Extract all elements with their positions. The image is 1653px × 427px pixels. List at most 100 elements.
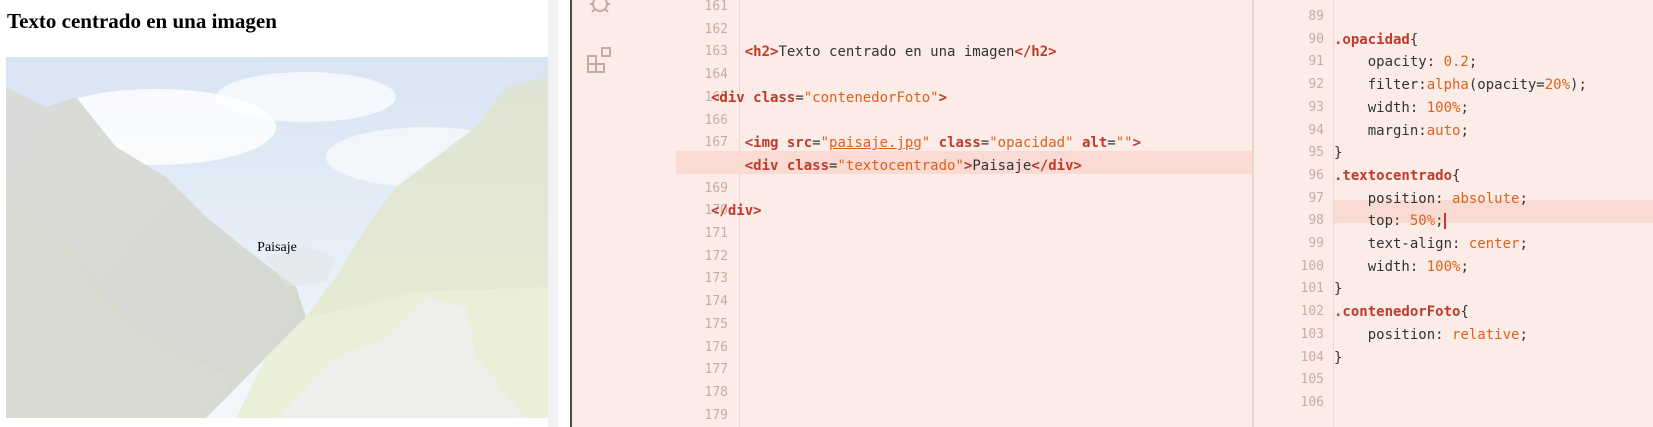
code-token: ; <box>1435 213 1444 230</box>
code-token: src <box>786 135 813 152</box>
css-code-pane[interactable]: .opacidad{ opacity: 0.2; filter:alpha(op… <box>1334 0 1653 427</box>
html-code-line[interactable]: <div class="contenedorFoto"> <box>711 87 947 110</box>
code-token: <div <box>744 157 787 174</box>
debug-icon[interactable] <box>586 0 614 18</box>
code-token: Paisaje <box>972 157 1032 174</box>
text-cursor <box>1443 213 1446 230</box>
code-token: } <box>1334 349 1343 366</box>
html-code-line[interactable]: <img src="paisaje.jpg" class="opacidad" … <box>711 132 1141 155</box>
css-code-line[interactable]: margin:auto; <box>1334 120 1469 143</box>
code-token: = <box>980 135 990 152</box>
css-line-number: 104 <box>1300 349 1324 365</box>
code-token: ; <box>1519 326 1528 343</box>
code-token: (opacity= <box>1468 77 1545 94</box>
code-token: 50% <box>1409 213 1436 230</box>
css-code-line[interactable]: width: 100%; <box>1334 97 1469 120</box>
css-code-line[interactable]: .textocentrado{ <box>1334 165 1460 188</box>
code-token: " <box>921 135 931 152</box>
code-token: position: <box>1334 190 1453 207</box>
code-token: ; <box>1460 99 1469 116</box>
css-line-number: 92 <box>1308 77 1324 93</box>
html-code-pane[interactable]: <h2>Texto centrado en una imagen</h2> <di… <box>711 0 1251 427</box>
css-code-line[interactable]: width: 100%; <box>1334 256 1469 279</box>
code-token: 100% <box>1426 258 1461 275</box>
html-code-line[interactable]: <h2>Texto centrado en una imagen</h2> <box>711 41 1057 64</box>
code-token: > <box>938 89 948 106</box>
code-token: alt <box>1081 135 1108 152</box>
code-token: ; <box>1519 236 1528 252</box>
code-token: alpha <box>1426 77 1469 94</box>
code-token: "textocentrado" <box>837 157 964 174</box>
css-line-number: 103 <box>1300 326 1324 342</box>
code-token: ); <box>1570 77 1587 94</box>
code-token: = <box>795 89 804 106</box>
code-token: filter: <box>1334 77 1427 94</box>
code-token: </div> <box>1031 157 1082 174</box>
code-editor: 1611621631641651661671681691701711721731… <box>572 0 1653 427</box>
css-code-line[interactable]: filter:alpha(opacity=20%); <box>1334 74 1587 97</box>
css-line-number: 98 <box>1308 213 1324 229</box>
css-code-line[interactable]: .contenedorFoto{ <box>1334 301 1469 324</box>
code-token: ; <box>1519 190 1528 207</box>
code-token: text-align: <box>1334 236 1469 252</box>
code-token: } <box>1334 281 1343 298</box>
code-token: Texto centrado en una imagen <box>778 44 1015 61</box>
code-token: ; <box>1468 54 1478 71</box>
code-token: margin: <box>1334 122 1427 139</box>
css-code-line[interactable]: .opacidad{ <box>1334 29 1418 52</box>
code-token: "contenedorFoto" <box>803 89 939 106</box>
activity-bar <box>572 0 628 427</box>
css-gutter: 89 90 91 92 93 94 95 96 97 98 99 100 101 102 103 104 105… <box>1254 0 1334 427</box>
code-token: ; <box>1460 258 1469 275</box>
code-token: .opacidad <box>1334 31 1410 48</box>
css-line-number: 91 <box>1308 54 1324 70</box>
code-token: 100% <box>1426 99 1461 116</box>
code-token: position: <box>1334 326 1453 343</box>
css-line-number: 90 <box>1308 31 1324 47</box>
css-line-number: 102 <box>1300 304 1324 320</box>
css-line-number: 94 <box>1308 122 1324 138</box>
code-token: "" <box>1115 135 1133 152</box>
code-token: = <box>812 135 821 152</box>
code-token: > <box>1132 135 1141 152</box>
css-line-number: 96 <box>1308 167 1324 183</box>
code-token: } <box>1334 145 1343 162</box>
code-token: </h2> <box>1014 44 1057 61</box>
css-code-line[interactable]: text-align: center; <box>1334 233 1528 256</box>
code-token: <img <box>744 135 787 152</box>
centered-caption: Paisaje <box>257 240 297 255</box>
code-token: width: <box>1334 258 1427 275</box>
code-token: ; <box>1460 122 1469 139</box>
css-code-line[interactable]: opacity: 0.2; <box>1334 51 1478 74</box>
code-token: absolute <box>1452 190 1520 207</box>
code-token: top: <box>1334 213 1410 230</box>
html-code-line[interactable]: <div class="textocentrado">Paisaje</div> <box>711 155 1082 178</box>
css-line-number: 99 <box>1308 236 1324 251</box>
code-token: relative <box>1452 326 1520 343</box>
css-line-number: 100 <box>1300 258 1324 274</box>
css-code-line[interactable]: } <box>1334 347 1342 370</box>
code-token: center <box>1468 236 1520 252</box>
css-line-number: 93 <box>1308 99 1324 115</box>
css-code-line[interactable]: top: 50%; <box>1334 210 1446 233</box>
css-code-line[interactable]: position: absolute; <box>1334 188 1528 211</box>
code-token: .contenedorFoto <box>1334 304 1461 321</box>
code-token: class <box>753 89 796 106</box>
css-code-line[interactable]: } <box>1334 278 1342 301</box>
css-line-number: 89 <box>1308 9 1324 24</box>
code-token: 0.2 <box>1443 54 1469 71</box>
code-token: paisaje.jpg <box>829 135 922 152</box>
preview-heading: Texto centrado en una imagen <box>7 9 277 33</box>
css-line-number: 106 <box>1300 394 1324 410</box>
extensions-icon[interactable] <box>586 46 614 74</box>
css-code-line[interactable]: } <box>1334 142 1342 165</box>
css-line-number: 95 <box>1308 145 1324 161</box>
html-code-line[interactable]: </div> <box>711 200 762 223</box>
css-code-line[interactable]: position: relative; <box>1334 324 1528 347</box>
css-line-number: 101 <box>1300 281 1324 297</box>
